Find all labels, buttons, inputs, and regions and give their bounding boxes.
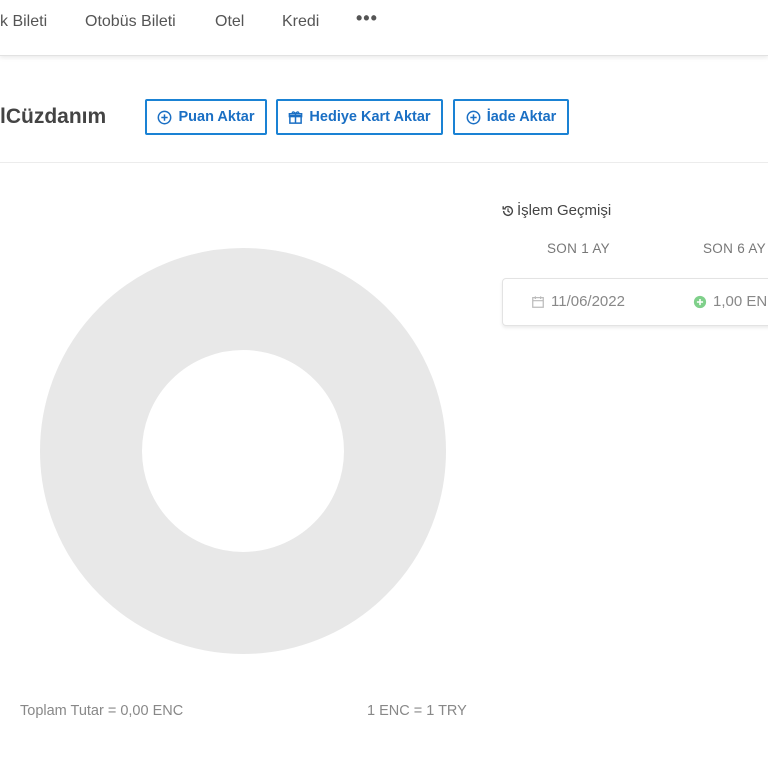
iade-aktar-button[interactable]: İade Aktar bbox=[453, 99, 569, 135]
history-entry-amount-label: 1,00 ENC bbox=[713, 293, 768, 310]
nav-item-flight-ticket[interactable]: k Bileti bbox=[0, 12, 47, 32]
history-entry-date: 11/06/2022 bbox=[531, 293, 625, 310]
hediye-kart-aktar-button[interactable]: Hediye Kart Aktar bbox=[276, 99, 443, 135]
iade-aktar-label: İade Aktar bbox=[486, 109, 557, 125]
history-entry[interactable]: 11/06/2022 1,00 ENC bbox=[502, 278, 768, 326]
section-divider bbox=[0, 162, 768, 163]
gift-icon bbox=[289, 110, 303, 124]
plus-circle-icon bbox=[466, 110, 481, 124]
calendar-icon bbox=[532, 295, 544, 308]
balance-donut-chart bbox=[40, 248, 446, 654]
puan-aktar-label: Puan Aktar bbox=[178, 109, 255, 125]
nav-item-hotel[interactable]: Otel bbox=[215, 12, 244, 32]
exchange-rate: 1 ENC = 1 TRY bbox=[367, 703, 467, 719]
history-title-label: İşlem Geçmişi bbox=[517, 202, 612, 219]
tab-last-1-month[interactable]: SON 1 AY bbox=[547, 241, 610, 256]
top-nav: k Bileti Otobüs Bileti Otel Kredi ••• bbox=[0, 0, 768, 56]
nav-item-credit[interactable]: Kredi bbox=[282, 12, 319, 32]
tab-last-6-months[interactable]: SON 6 AY bbox=[703, 241, 766, 256]
history-title: İşlem Geçmişi bbox=[501, 202, 611, 219]
history-entry-amount: 1,00 ENC bbox=[693, 293, 768, 310]
history-entry-date-label: 11/06/2022 bbox=[551, 293, 625, 310]
history-icon bbox=[502, 205, 514, 216]
total-amount: Toplam Tutar = 0,00 ENC bbox=[20, 703, 184, 719]
plus-circle-icon bbox=[158, 110, 172, 124]
plus-circle-icon bbox=[693, 295, 707, 308]
hediye-kart-aktar-label: Hediye Kart Aktar bbox=[309, 109, 431, 125]
nav-item-bus-ticket[interactable]: Otobüs Bileti bbox=[85, 12, 176, 32]
puan-aktar-button[interactable]: Puan Aktar bbox=[145, 99, 267, 135]
donut-ring bbox=[40, 248, 446, 654]
page-title: lCüzdanım bbox=[0, 105, 107, 128]
more-menu-icon[interactable]: ••• bbox=[356, 8, 378, 29]
